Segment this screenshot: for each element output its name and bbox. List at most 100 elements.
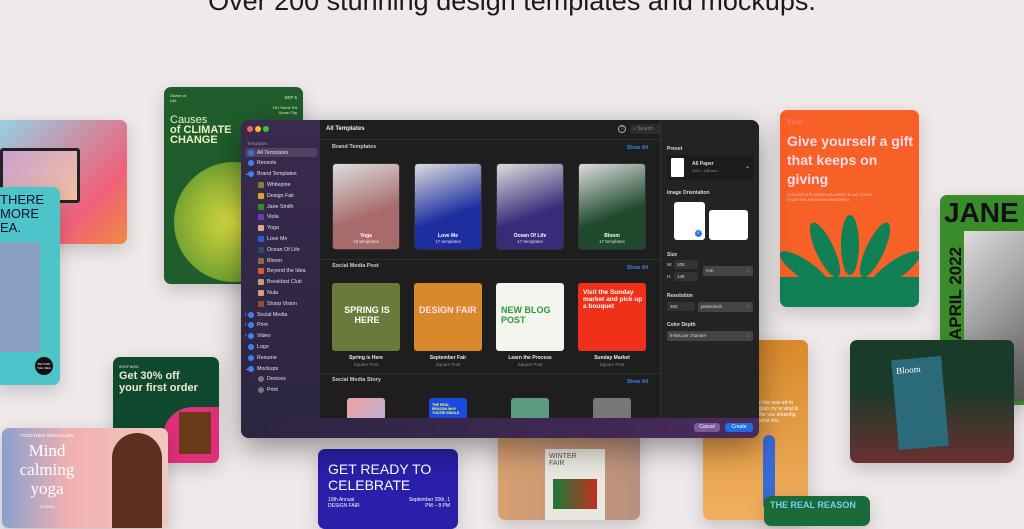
sidebar-item[interactable]: Nula	[245, 288, 317, 297]
sidebar-item-label: Whitepine	[267, 181, 291, 188]
thumbnail-text: THE REAL REASON WHY YOU'RE SINGLE	[432, 403, 460, 415]
sidebar-item[interactable]: All Templates	[245, 148, 317, 157]
sidebar-item[interactable]: Whitepine	[245, 180, 317, 189]
unit-select[interactable]: mm ⇕	[703, 266, 753, 276]
template-type: Square Post	[353, 362, 379, 367]
celebrate-card: GET READY TO CELEBRATE 10th Annual DESIG…	[318, 449, 458, 529]
resolution-unit-select[interactable]: pixels/inch ⇕	[698, 302, 753, 312]
brand: Viola	[787, 118, 803, 126]
sidebar-item-label: Nula	[267, 289, 278, 296]
story-thumbnail[interactable]	[593, 398, 631, 420]
sidebar-item-label: Print	[267, 387, 278, 394]
cancel-button[interactable]: Cancel	[694, 423, 720, 432]
close-button[interactable]	[247, 126, 253, 132]
brand-template-card[interactable]: Love Me 17 templates	[414, 163, 482, 250]
sidebar-item[interactable]: Bloom	[245, 256, 317, 265]
story-thumbnail[interactable]	[511, 398, 549, 420]
sidebar-item[interactable]: ⌄ Mockups	[245, 364, 317, 373]
width-label: W:	[667, 262, 673, 267]
sidebar-item[interactable]: Design Fair	[245, 191, 317, 200]
sidebar-item[interactable]: Breakfast Club	[245, 278, 317, 287]
sidebar-item-label: Print	[257, 322, 268, 329]
sidebar-item-icon	[258, 246, 264, 253]
sidebar-item[interactable]: Devices	[245, 375, 317, 384]
color-depth-select[interactable]: 8-bits per channel ⇕	[667, 331, 753, 341]
window-title: All Templates	[326, 126, 365, 132]
brand-template-card[interactable]: Ocean Of Life 17 templates	[496, 163, 564, 250]
sidebar-item-icon	[248, 160, 254, 167]
sidebar-item[interactable]: Logo	[245, 342, 317, 351]
title: THE REAL REASON	[770, 500, 856, 510]
chevron-icon[interactable]: ⌄	[245, 171, 249, 177]
sidebar-item-icon	[258, 181, 264, 188]
chevron-down-icon: ⌄	[744, 164, 750, 170]
story-thumbnail[interactable]	[347, 398, 385, 420]
post-thumbnail[interactable]: NEW BLOG POST	[496, 283, 564, 351]
sidebar-item-icon	[258, 300, 264, 307]
chevron-icon[interactable]: ›	[245, 333, 247, 339]
unit-value: mm	[706, 268, 714, 273]
eyebrow: SHOP NOW	[119, 365, 139, 369]
chevron-icon[interactable]: ›	[245, 322, 247, 328]
sidebar-item[interactable]: Viola	[245, 213, 317, 222]
show-all-link[interactable]: Show All	[627, 145, 648, 151]
title: Give yourself a gift that keeps on givin…	[787, 133, 914, 187]
brand-template-card[interactable]: Bloom 17 templates	[578, 163, 646, 250]
template-type: Square Post	[599, 362, 625, 367]
sidebar-item[interactable]: › Social Media	[245, 310, 317, 319]
preset-select[interactable]: A6 Paper 105 × 148 mm ⌄	[667, 155, 754, 180]
sidebar-item[interactable]: Beyond the Idea	[245, 267, 317, 276]
sidebar-item[interactable]: Resume	[245, 353, 317, 362]
sidebar-item-icon	[248, 343, 254, 350]
sidebar-item[interactable]: › Video	[245, 332, 317, 341]
sidebar-item-icon	[258, 235, 264, 242]
size-label: Size	[667, 252, 678, 258]
resolution-input[interactable]: 300	[667, 302, 695, 311]
zoom-button[interactable]	[263, 126, 269, 132]
post-thumbnail[interactable]: SPRING IS HERE	[332, 283, 400, 351]
chevron-icon[interactable]: ›	[245, 312, 247, 318]
story-thumbnail[interactable]: THE REAL REASON WHY YOU'RE SINGLE	[429, 398, 467, 420]
sidebar-item[interactable]: Recents	[245, 159, 317, 168]
sidebar-item-icon	[248, 322, 254, 329]
template-name: September Fair	[429, 355, 467, 361]
sidebar-item-icon	[258, 257, 264, 264]
height-label: H:	[667, 274, 672, 279]
section-heading: Social Media Story	[332, 377, 381, 383]
resolution-unit-value: pixels/inch	[701, 304, 723, 309]
show-all-link[interactable]: Show All	[627, 379, 648, 385]
create-button[interactable]: Create	[725, 423, 753, 432]
landscape-option[interactable]	[709, 210, 748, 240]
sidebar-item[interactable]: Yoga	[245, 224, 317, 233]
sidebar-item-icon	[258, 214, 264, 221]
template-count: 17 templates	[517, 239, 543, 244]
sidebar-item-label: Recents	[257, 160, 277, 167]
sidebar-item[interactable]: Love Me	[245, 234, 317, 243]
post-thumbnail[interactable]: DESIGN FAIR	[414, 283, 482, 351]
sidebar-item[interactable]: › Print	[245, 321, 317, 330]
sidebar-item-icon	[258, 225, 264, 232]
address: 101 Some Rd Some City	[272, 105, 297, 115]
sidebar-item[interactable]: Sharp Vision	[245, 299, 317, 308]
brand-template-card[interactable]: Yoga 18 templates	[332, 163, 400, 250]
sidebar-item-icon	[258, 387, 264, 394]
post-thumbnail[interactable]: Visit the Sunday market and pick up a bo…	[578, 283, 646, 351]
help-icon[interactable]: ?	[618, 125, 626, 133]
height-input[interactable]: 148	[674, 272, 698, 281]
sidebar-item[interactable]: Ocean Of Life	[245, 245, 317, 254]
chevron-icon[interactable]: ⌄	[245, 366, 249, 372]
width-input[interactable]: 105	[674, 260, 698, 269]
template-chooser-window: Templates All Templates Recents ⌄ Brand Tem…	[241, 120, 759, 438]
sidebar-item-label: Design Fair	[267, 192, 295, 199]
show-all-link[interactable]: Show All	[627, 265, 648, 271]
sidebar-item[interactable]: Jane Smith	[245, 202, 317, 211]
sidebar-item[interactable]: ⌄ Brand Templates	[245, 170, 317, 179]
sidebar-item-label: Resume	[257, 354, 277, 361]
date: September 20th, 1 PM – 8 PM	[408, 497, 450, 509]
sidebar-item-icon	[248, 354, 254, 361]
card-caption: Yoga 18 templates	[333, 227, 399, 249]
title: Mind calming yoga	[19, 441, 75, 498]
portrait-option[interactable]: ✓	[674, 202, 705, 240]
sidebar-item[interactable]: Print	[245, 386, 317, 395]
minimize-button[interactable]	[255, 126, 261, 132]
